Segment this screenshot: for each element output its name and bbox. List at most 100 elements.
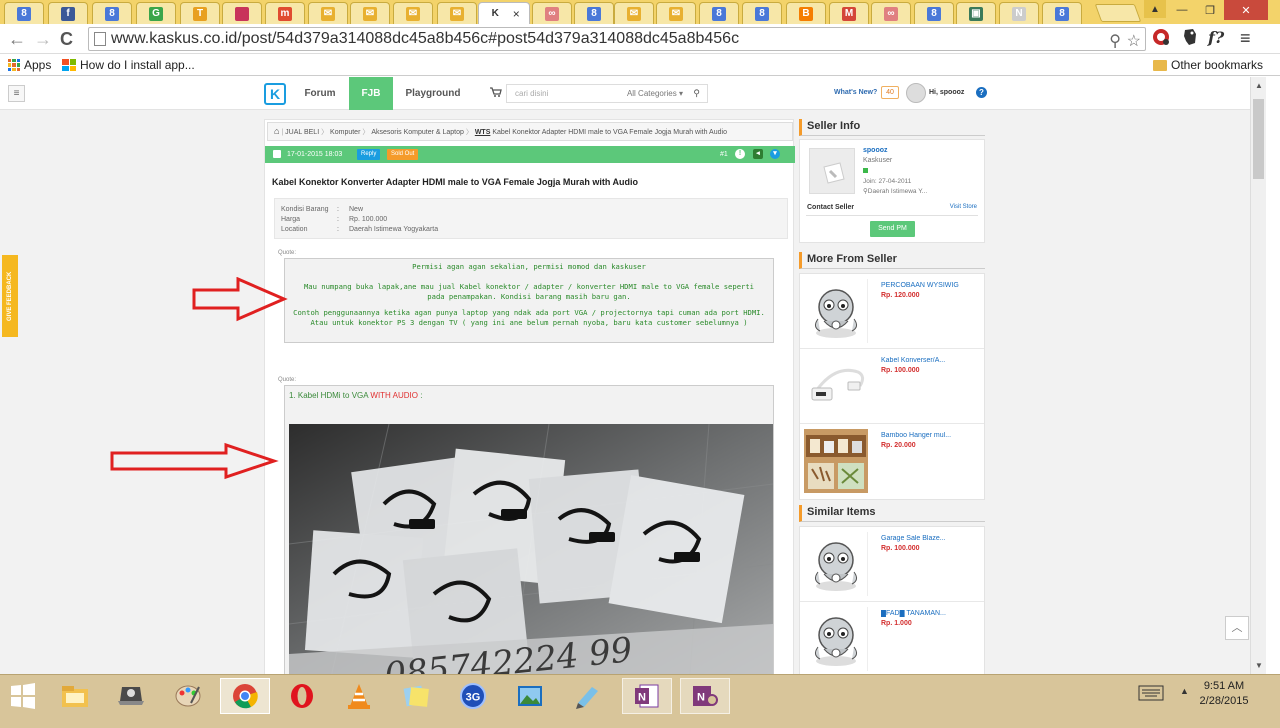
start-button[interactable] — [8, 681, 38, 711]
star-icon[interactable]: ☆ — [1127, 31, 1141, 53]
home-icon[interactable]: ⌂ — [274, 126, 279, 136]
apps-bookmark[interactable]: Apps — [8, 58, 51, 72]
scroll-up-arrow[interactable]: ▲ — [1255, 81, 1263, 90]
browser-tab[interactable]: B — [786, 2, 826, 24]
profile-button[interactable]: ▲ — [1144, 0, 1166, 18]
browser-tab[interactable]: T — [180, 2, 220, 24]
browser-tab[interactable]: ✉ — [614, 2, 654, 24]
whats-new-link[interactable]: What's New? — [834, 89, 877, 96]
give-feedback-tab[interactable]: GIVE FEEDBACK — [2, 255, 18, 337]
browser-tab[interactable]: G — [136, 2, 176, 24]
page-scrollbar[interactable]: ▲ ▼ — [1250, 77, 1266, 674]
clock[interactable]: 9:51 AM 2/28/2015 — [1196, 679, 1252, 709]
kaskus-mascot-thumbnail[interactable] — [804, 279, 868, 343]
nav-playground[interactable]: Playground — [399, 77, 467, 110]
browser-tab[interactable]: 8 — [92, 2, 132, 24]
subscribe-icon[interactable]: ▾ — [770, 149, 780, 159]
sidebar-product-item[interactable]: Kabel Konverser/A... Rp. 100.000 — [800, 349, 984, 424]
breadcrumb-item[interactable]: Aksesoris Komputer & Laptop — [371, 129, 464, 136]
file-explorer-icon[interactable] — [50, 678, 100, 714]
search-icon[interactable]: ⚲ — [1109, 31, 1121, 53]
send-pm-button[interactable]: Send PM — [870, 221, 915, 237]
scrollbar-thumb[interactable] — [1253, 99, 1264, 179]
forward-icon[interactable]: → — [34, 29, 52, 49]
browser-tab[interactable]: M — [829, 2, 869, 24]
reply-button[interactable]: Reply — [357, 149, 381, 160]
scroll-to-top-button[interactable]: ︿ — [1225, 616, 1249, 640]
product-name[interactable]: █FAD█ TANAMAN... — [881, 610, 981, 617]
menu-icon[interactable]: ≡ — [1240, 28, 1251, 49]
info-icon[interactable]: ! — [735, 149, 745, 159]
onenote-icon[interactable]: N — [622, 678, 672, 714]
product-name[interactable]: PERCOBAAN WYSIWIG — [881, 282, 981, 289]
photo-viewer-icon[interactable] — [505, 678, 555, 714]
browser-tab[interactable]: ✉ — [437, 2, 477, 24]
opera-icon[interactable] — [277, 678, 327, 714]
nav-fjb[interactable]: FJB — [349, 77, 393, 110]
browser-tab[interactable]: 8 — [4, 2, 44, 24]
breadcrumb-item[interactable]: Komputer — [330, 129, 360, 136]
browser-tab[interactable]: f — [48, 2, 88, 24]
scroll-down-arrow[interactable]: ▼ — [1255, 661, 1263, 670]
minimize-button[interactable]: — — [1168, 0, 1196, 20]
browser-tab[interactable]: 8 — [742, 2, 782, 24]
user-avatar[interactable] — [906, 83, 926, 103]
install-app-bookmark[interactable]: How do I install app... — [62, 58, 195, 72]
browser-tab[interactable] — [222, 2, 262, 24]
category-select[interactable]: All Categories ▾ — [627, 85, 683, 102]
sidebar-product-item[interactable]: Garage Sale Blaze... Rp. 100.000 — [800, 527, 984, 602]
browser-tab[interactable]: ▣ — [956, 2, 996, 24]
post-number[interactable]: #1 — [720, 151, 728, 158]
paint-icon[interactable] — [163, 678, 213, 714]
browser-tab[interactable]: ✉ — [393, 2, 433, 24]
keyboard-icon[interactable] — [1138, 685, 1164, 706]
seller-avatar[interactable] — [809, 148, 855, 194]
new-tab-button[interactable] — [1094, 4, 1142, 22]
search-icon[interactable]: ⚲ — [693, 85, 700, 102]
notepad-icon[interactable] — [562, 678, 612, 714]
back-icon[interactable]: ← — [8, 29, 26, 49]
visit-store-link[interactable]: Visit Store — [950, 204, 977, 210]
product-name[interactable]: Garage Sale Blaze... — [881, 535, 981, 542]
restore-button[interactable]: ❐ — [1196, 0, 1224, 20]
browser-tab[interactable]: m — [265, 2, 305, 24]
product-name[interactable]: Kabel Konverser/A... — [881, 357, 981, 364]
share-icon[interactable]: ◂ — [753, 149, 763, 159]
close-window-button[interactable]: ✕ — [1224, 0, 1268, 20]
other-bookmarks[interactable]: Other bookmarks — [1153, 58, 1263, 72]
kaskus-mascot-thumbnail[interactable] — [804, 532, 868, 596]
user-greeting[interactable]: Hi, spoooz — [929, 89, 964, 96]
browser-tab[interactable]: 8 — [1042, 2, 1082, 24]
nav-forum[interactable]: Forum — [296, 77, 344, 110]
hamburger-menu-icon[interactable]: ≡ — [8, 85, 25, 102]
browser-tab[interactable]: 8 — [574, 2, 614, 24]
evernote-icon[interactable] — [1182, 28, 1198, 51]
adapter-photo-thumbnail[interactable] — [804, 354, 868, 418]
kaskus-mascot-thumbnail[interactable] — [804, 607, 868, 671]
site-search-input[interactable]: cari disini All Categories ▾ ⚲ — [506, 84, 708, 103]
product-name[interactable]: Bamboo Hanger mul... — [881, 432, 981, 439]
bamboo-photo-thumbnail[interactable] — [804, 429, 868, 493]
onenote-2-icon[interactable]: N — [680, 678, 730, 714]
3g-modem-icon[interactable]: 3G — [448, 678, 498, 714]
browser-tab[interactable]: N — [999, 2, 1039, 24]
browser-tab[interactable]: ∞ — [532, 2, 572, 24]
cart-icon[interactable] — [490, 87, 502, 100]
sidebar-product-item[interactable]: PERCOBAAN WYSIWIG Rp. 120.000 — [800, 274, 984, 349]
vlc-icon[interactable] — [334, 678, 384, 714]
address-bar[interactable]: www.kaskus.co.id/post/54d379a314088dc45a… — [88, 27, 1146, 51]
browser-tab[interactable]: ✉ — [308, 2, 348, 24]
extension-record-icon[interactable] — [1152, 28, 1170, 51]
sidebar-product-item[interactable]: Bamboo Hanger mul... Rp. 20.000 — [800, 424, 984, 499]
reload-icon[interactable]: C — [60, 29, 73, 49]
sticky-notes-icon[interactable] — [391, 678, 441, 714]
browser-tab[interactable]: 8 — [914, 2, 954, 24]
kaskus-logo[interactable]: K — [264, 83, 286, 105]
product-photo[interactable]: 085742224 99 — [289, 424, 773, 674]
seller-name[interactable]: spoooz — [863, 147, 888, 154]
browser-tab[interactable]: K × — [478, 2, 530, 24]
formula-extension-icon[interactable]: f? — [1208, 28, 1224, 47]
close-tab-icon[interactable]: × — [513, 7, 520, 21]
browser-tab[interactable]: ✉ — [656, 2, 696, 24]
post-checkbox[interactable] — [273, 150, 281, 158]
